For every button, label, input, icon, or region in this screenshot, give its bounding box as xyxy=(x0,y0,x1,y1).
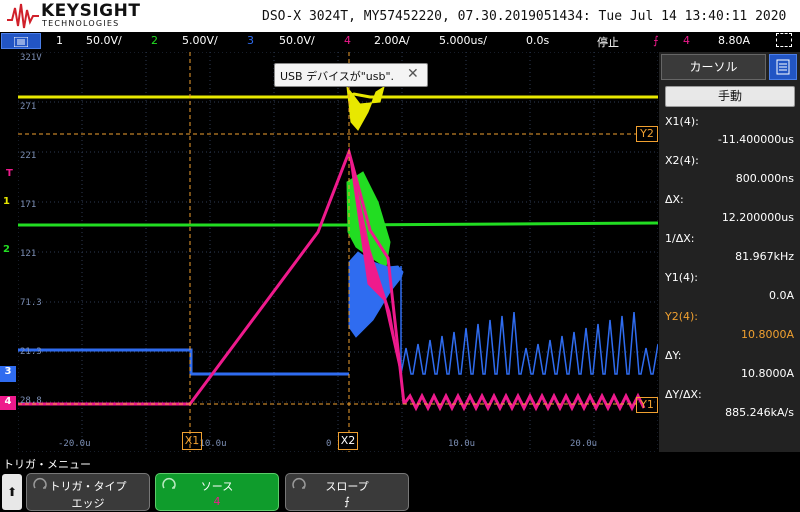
ch4-number[interactable]: 4 xyxy=(344,34,351,47)
usb-notification: USB デバイスが"usb". ✕ xyxy=(274,63,428,87)
cursor-readout-row: Y1(4): 0.0A xyxy=(659,269,800,308)
waveform-svg xyxy=(17,51,664,453)
trigger-edge-icon: ⨍ xyxy=(653,34,659,47)
time-axis-label: 0 xyxy=(326,439,332,449)
graticule xyxy=(17,51,659,453)
menu-title: トリガ・メニュー xyxy=(3,458,91,471)
slope-label: スロープ xyxy=(325,480,369,493)
back-button[interactable]: ⬆ xyxy=(2,474,22,510)
readout-value: 10.8000A xyxy=(740,367,794,380)
instrument-title: DSO-X 3024T, MY57452220, 07.30.201905143… xyxy=(262,9,787,24)
main-menu-button[interactable] xyxy=(1,33,41,49)
vertical-scale-label: 28.8 xyxy=(20,396,42,406)
waveform-display[interactable]: 321V 271 221 171 121 71.3 21.3 28.8 -20.0u -10.0… xyxy=(17,51,664,453)
slope-value: ⨍ xyxy=(344,495,350,508)
ch4-scale[interactable]: 2.00A/ xyxy=(374,34,410,47)
ch1-number[interactable]: 1 xyxy=(56,34,63,47)
readout-key: ΔY/ΔX: xyxy=(665,388,702,401)
cursor-readout-row: X1(4): -11.400000us xyxy=(659,113,800,152)
zoom-select-icon[interactable] xyxy=(776,33,792,47)
brand-name: KEYSIGHT xyxy=(41,1,141,21)
ch1-trace xyxy=(18,92,658,99)
ch1-scale[interactable]: 50.0V/ xyxy=(86,34,122,47)
ch2-ground-marker[interactable]: 2 xyxy=(3,244,10,255)
ch1-ground-marker[interactable]: 1 xyxy=(3,196,10,207)
cursor-readout-row: X2(4): 800.000ns xyxy=(659,152,800,191)
readout-value: 10.8000A xyxy=(740,328,794,341)
vertical-scale-label: 121 xyxy=(20,249,37,259)
cursor-x2-tag[interactable]: X2 xyxy=(338,432,358,450)
close-icon[interactable]: ✕ xyxy=(407,66,419,82)
timebase[interactable]: 5.000us/ xyxy=(439,34,487,47)
ch1-ringing xyxy=(346,85,385,131)
readout-value: 800.000ns xyxy=(735,172,794,185)
readout-key: ΔX: xyxy=(665,193,684,206)
cursor-readout-row: ΔX: 12.200000us xyxy=(659,191,800,230)
ch4-ground-marker[interactable]: 4 xyxy=(0,396,16,410)
cursor-mode-button[interactable]: 手動 xyxy=(665,86,795,107)
source-value: 4 xyxy=(213,495,221,508)
cursor-x1-tag[interactable]: X1 xyxy=(182,432,202,450)
channel-status-bar: 1 50.0V/ 2 5.00V/ 3 50.0V/ 4 2.00A/ 5.00… xyxy=(0,32,800,50)
title-bar: KEYSIGHT TECHNOLOGIES DSO-X 3024T, MY574… xyxy=(0,0,800,32)
ch3-scale[interactable]: 50.0V/ xyxy=(279,34,315,47)
readout-value: 81.967kHz xyxy=(735,250,794,263)
readout-key: Y1(4): xyxy=(665,271,699,284)
time-axis-label: 10.0u xyxy=(448,439,476,449)
cursor-readout-row: Y2(4): 10.8000A xyxy=(659,308,800,347)
tab-cursors[interactable]: カーソル xyxy=(661,54,766,80)
readout-value: -11.400000us xyxy=(717,133,794,146)
trigger-type-label: トリガ・タイプ xyxy=(49,480,127,493)
ch4-trace xyxy=(18,147,406,406)
readout-key: ΔY: xyxy=(665,349,682,362)
trigger-type-value: エッジ xyxy=(71,497,105,510)
run-state[interactable]: 停止 xyxy=(597,34,619,50)
menu-icon xyxy=(13,36,29,50)
readout-value: 885.246kA/s xyxy=(725,406,794,419)
ch2-scale[interactable]: 5.00V/ xyxy=(182,34,218,47)
vertical-scale-label: 171 xyxy=(20,200,37,210)
ch2-number[interactable]: 2 xyxy=(151,34,158,47)
readout-value: 12.200000us xyxy=(721,211,794,224)
cursor-panel: カーソル 手動 X1(4): -11.400000us X2(4): 800.000n… xyxy=(659,52,800,452)
vertical-scale-label: 271 xyxy=(20,102,37,112)
vertical-scale-label: 221 xyxy=(20,151,37,161)
ch3-number[interactable]: 3 xyxy=(247,34,254,47)
cursor-readout-row: 1/ΔX: 81.967kHz xyxy=(659,230,800,269)
time-axis-label: 20.0u xyxy=(570,439,598,449)
notification-text: USB デバイスが"usb". xyxy=(280,70,395,83)
cursor-readout-row: ΔY/ΔX: 885.246kA/s xyxy=(659,386,800,425)
vertical-scale-label: 321V xyxy=(20,53,42,63)
vertical-scale-label: 71.3 xyxy=(20,298,42,308)
time-axis-label: -20.0u xyxy=(58,439,91,449)
trigger-type-softkey[interactable]: トリガ・タイプ エッジ xyxy=(26,473,150,511)
ch3-trace xyxy=(18,348,349,376)
ch2-trace xyxy=(18,221,659,227)
readout-key: 1/ΔX: xyxy=(665,232,695,245)
source-softkey[interactable]: ソース 4 xyxy=(155,473,279,511)
cursor-y1-tag[interactable]: Y1 xyxy=(636,397,658,413)
readout-key: Y2(4): xyxy=(665,310,699,323)
softkey-bar: トリガ・メニュー ⬆ トリガ・タイプ エッジ ソース 4 スロープ ⨍ xyxy=(0,452,800,512)
readout-key: X1(4): xyxy=(665,115,699,128)
ch4-ripple xyxy=(402,392,646,412)
vertical-scale-label: 21.3 xyxy=(20,347,42,357)
slope-softkey[interactable]: スロープ ⨍ xyxy=(285,473,409,511)
trigger-level-marker[interactable]: T xyxy=(6,168,13,179)
keysight-logo-icon xyxy=(7,3,39,29)
brand-subtitle: TECHNOLOGIES xyxy=(42,19,120,28)
readout-value: 0.0A xyxy=(768,289,794,302)
readout-key: X2(4): xyxy=(665,154,699,167)
delay[interactable]: 0.0s xyxy=(526,34,549,47)
trigger-level[interactable]: 8.80A xyxy=(718,34,750,47)
cursor-y2-tag[interactable]: Y2 xyxy=(636,126,658,142)
ch3-ground-marker[interactable]: 3 xyxy=(0,366,16,382)
trigger-source[interactable]: 4 xyxy=(683,34,690,47)
source-label: ソース xyxy=(200,480,234,493)
panel-menu-icon[interactable] xyxy=(769,54,797,80)
cursor-readout-row: ΔY: 10.8000A xyxy=(659,347,800,386)
